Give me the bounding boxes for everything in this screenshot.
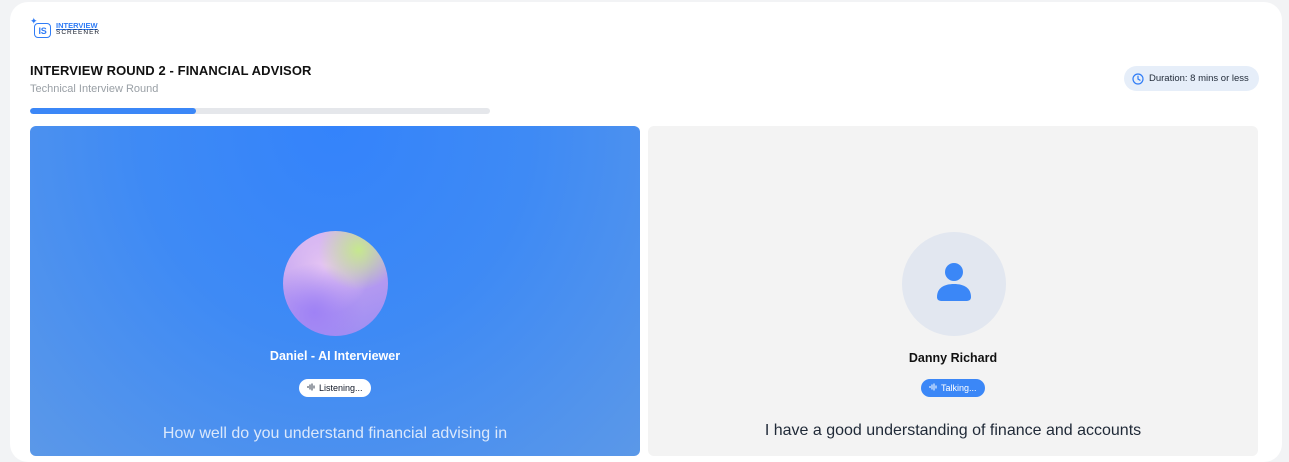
ai-question-text: How well do you understand financial adv…	[162, 425, 508, 442]
logo-wordmark: INTERVIEW SCREENER	[56, 20, 101, 37]
candidate-name: Danny Richard	[908, 351, 998, 365]
brand-logo[interactable]: ✦ IS INTERVIEW SCREENER	[30, 17, 101, 40]
ai-interviewer-name: Daniel - AI Interviewer	[269, 349, 401, 363]
logo-line-2: SCREENER	[56, 29, 101, 36]
ai-interviewer-panel: Daniel - AI Interviewer Listening... How…	[30, 126, 640, 456]
clock-icon	[1132, 72, 1144, 85]
interview-card: ✦ IS INTERVIEW SCREENER INTERVIEW ROUND …	[10, 2, 1282, 462]
talking-status-text: Talking...	[941, 383, 977, 393]
duration-text: Duration: 8 mins or less	[1149, 73, 1249, 84]
ai-orb-avatar	[283, 231, 388, 336]
logo-mark-text: IS	[34, 23, 51, 38]
candidate-panel: Danny Richard Talking... I have a good u…	[648, 126, 1258, 456]
progress-fill	[30, 108, 196, 114]
page-title: INTERVIEW ROUND 2 - FINANCIAL ADVISOR	[30, 63, 312, 78]
duration-badge: Duration: 8 mins or less	[1124, 66, 1259, 91]
candidate-avatar	[902, 232, 1006, 336]
listening-status-badge: Listening...	[299, 379, 371, 397]
candidate-answer-text: I have a good understanding of finance a…	[764, 422, 1142, 439]
audio-wave-icon	[929, 383, 937, 393]
user-icon	[936, 262, 972, 307]
interview-progress-bar	[30, 108, 490, 114]
logo-line-1: INTERVIEW	[56, 20, 98, 30]
audio-wave-icon	[307, 383, 315, 393]
page-subtitle: Technical Interview Round	[30, 83, 159, 95]
logo-icon: ✦ IS	[30, 17, 52, 40]
listening-status-text: Listening...	[319, 383, 363, 393]
talking-status-badge: Talking...	[921, 379, 985, 397]
